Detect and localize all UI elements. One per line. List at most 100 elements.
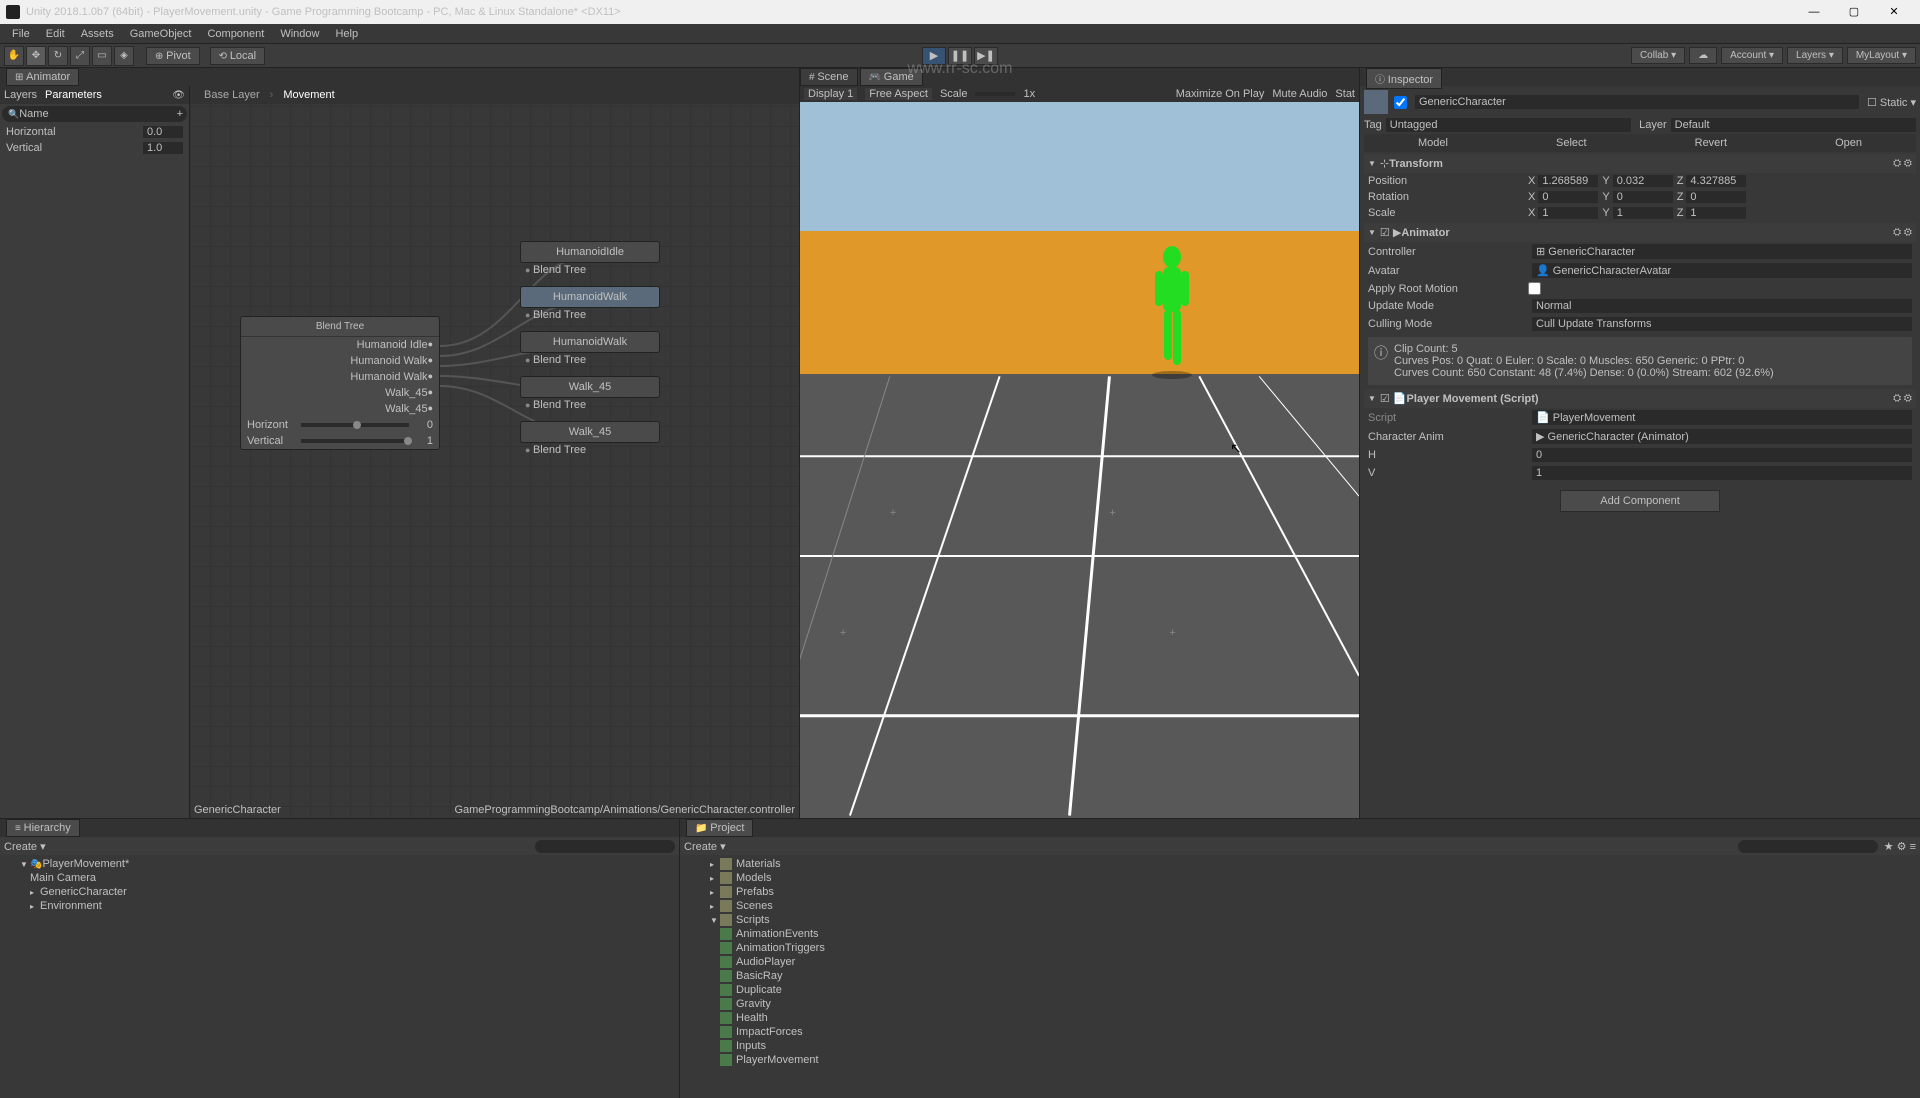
move-tool[interactable]: ✥	[26, 46, 46, 66]
menu-window[interactable]: Window	[272, 26, 327, 42]
model-tab[interactable]: Model	[1418, 137, 1448, 149]
avatar-field[interactable]: 👤 GenericCharacterAvatar	[1532, 263, 1912, 278]
tab-parameters[interactable]: Parameters	[45, 89, 102, 101]
folder-item[interactable]: ▼Scripts	[680, 913, 1920, 927]
menu-edit[interactable]: Edit	[38, 26, 73, 42]
scale-slider[interactable]	[975, 92, 1015, 96]
controller-field[interactable]: ⊞ GenericCharacter	[1532, 244, 1912, 259]
layer-base[interactable]: Base Layer	[196, 88, 268, 102]
pos-y[interactable]: 0.032	[1613, 175, 1673, 187]
scene-row[interactable]: ▼🎭 PlayerMovement*	[0, 857, 679, 871]
rotate-tool[interactable]: ↻	[48, 46, 68, 66]
aspect-dropdown[interactable]: Free Aspect	[865, 88, 932, 100]
script-item[interactable]: Gravity	[680, 997, 1920, 1011]
v-field[interactable]: 1	[1532, 466, 1912, 480]
root-motion-checkbox[interactable]	[1528, 282, 1541, 295]
folder-item[interactable]: ▸Prefabs	[680, 885, 1920, 899]
account-dropdown[interactable]: Account ▾	[1721, 47, 1783, 64]
menu-assets[interactable]: Assets	[73, 26, 122, 42]
scale-z[interactable]: 1	[1686, 207, 1746, 219]
gear-icon[interactable]: ⛭ ⚙	[1893, 227, 1912, 238]
blend-tree-node[interactable]: Blend Tree Humanoid Idle ● Humanoid Walk…	[240, 316, 440, 450]
add-component-button[interactable]: Add Component	[1560, 490, 1720, 512]
script-item[interactable]: Inputs	[680, 1039, 1920, 1053]
maximize-button[interactable]: ▢	[1834, 0, 1874, 24]
script-component-header[interactable]: ▼☑ 📄 Player Movement (Script) ⛭ ⚙	[1364, 389, 1916, 408]
script-item[interactable]: AudioPlayer	[680, 955, 1920, 969]
script-item[interactable]: Health	[680, 1011, 1920, 1025]
hierarchy-item[interactable]: Main Camera	[0, 871, 679, 885]
node-humanoid-walk-1[interactable]: HumanoidWalk	[520, 286, 660, 308]
script-item[interactable]: AnimationEvents	[680, 927, 1920, 941]
scale-y[interactable]: 1	[1613, 207, 1673, 219]
folder-item[interactable]: ▸Materials	[680, 857, 1920, 871]
animator-component-header[interactable]: ▼☑ ▶ Animator ⛭ ⚙	[1364, 223, 1916, 242]
rect-tool[interactable]: ▭	[92, 46, 112, 66]
node-walk45-2[interactable]: Walk_45	[520, 421, 660, 443]
scale-tool[interactable]: ⤢	[70, 46, 90, 66]
tag-dropdown[interactable]: Untagged	[1386, 118, 1631, 132]
tab-scene[interactable]: # Scene	[800, 68, 858, 86]
tab-layers[interactable]: Layers	[4, 89, 37, 101]
hierarchy-item[interactable]: ▸Environment	[0, 899, 679, 913]
menu-help[interactable]: Help	[327, 26, 366, 42]
hierarchy-search[interactable]	[535, 840, 675, 853]
open-tab[interactable]: Open	[1835, 137, 1862, 149]
update-mode-dropdown[interactable]: Normal	[1532, 299, 1912, 313]
menu-file[interactable]: File	[4, 26, 38, 42]
add-param-button[interactable]: +	[177, 108, 183, 120]
param-horizontal[interactable]: Horizontal 0.0	[0, 124, 189, 140]
project-create[interactable]: Create ▾	[684, 840, 726, 853]
rot-y[interactable]: 0	[1613, 191, 1673, 203]
pos-z[interactable]: 4.327885	[1686, 175, 1746, 187]
layout-dropdown[interactable]: MyLayout ▾	[1847, 47, 1916, 64]
scale-x[interactable]: 1	[1538, 207, 1598, 219]
revert-tab[interactable]: Revert	[1695, 137, 1727, 149]
layer-movement[interactable]: Movement	[275, 88, 342, 102]
param-search[interactable]: 🔍 Name +	[2, 106, 187, 122]
hierarchy-create[interactable]: Create ▾	[4, 840, 46, 853]
pivot-toggle[interactable]: ⊕ Pivot	[146, 47, 200, 65]
layer-dropdown[interactable]: Default	[1671, 118, 1916, 132]
transform-tool[interactable]: ◈	[114, 46, 134, 66]
script-item[interactable]: Duplicate	[680, 983, 1920, 997]
node-humanoid-walk-2[interactable]: HumanoidWalk	[520, 331, 660, 353]
gear-icon[interactable]: ⛭ ⚙	[1893, 393, 1912, 404]
rot-x[interactable]: 0	[1538, 191, 1598, 203]
display-dropdown[interactable]: Display 1	[804, 88, 857, 100]
menu-component[interactable]: Component	[199, 26, 272, 42]
culling-mode-dropdown[interactable]: Cull Update Transforms	[1532, 317, 1912, 331]
rot-z[interactable]: 0	[1686, 191, 1746, 203]
tab-hierarchy[interactable]: ≡ Hierarchy	[6, 819, 80, 837]
menu-gameobject[interactable]: GameObject	[122, 26, 200, 42]
pos-x[interactable]: 1.268589	[1538, 175, 1598, 187]
node-humanoid-idle[interactable]: HumanoidIdle	[520, 241, 660, 263]
tab-animator[interactable]: ⊞ Animator	[6, 68, 79, 86]
select-tab[interactable]: Select	[1556, 137, 1587, 149]
script-item[interactable]: ImpactForces	[680, 1025, 1920, 1039]
local-toggle[interactable]: ⟲ Local	[210, 47, 265, 65]
folder-item[interactable]: ▸Scenes	[680, 899, 1920, 913]
script-item[interactable]: PlayerMovement	[680, 1053, 1920, 1067]
param-vertical[interactable]: Vertical 1.0	[0, 140, 189, 156]
script-item[interactable]: BasicRay	[680, 969, 1920, 983]
minimize-button[interactable]: —	[1794, 0, 1834, 24]
project-search[interactable]	[1738, 840, 1878, 853]
h-field[interactable]: 0	[1532, 448, 1912, 462]
gameobject-name[interactable]: GenericCharacter	[1415, 95, 1859, 109]
folder-item[interactable]: ▸Models	[680, 871, 1920, 885]
gear-icon[interactable]: ⛭ ⚙	[1893, 158, 1912, 169]
hand-tool[interactable]: ✋	[4, 46, 24, 66]
tab-project[interactable]: 📁 Project	[686, 819, 753, 837]
project-options-icon[interactable]: ★ ⚙ ≡	[1884, 840, 1916, 853]
active-checkbox[interactable]	[1394, 96, 1407, 109]
close-button[interactable]: ✕	[1874, 0, 1914, 24]
collab-dropdown[interactable]: Collab ▾	[1631, 47, 1685, 64]
layers-dropdown[interactable]: Layers ▾	[1787, 47, 1843, 64]
animator-graph[interactable]: Base Layer › Movement Blend Tree Humanoi…	[190, 86, 799, 818]
mute-toggle[interactable]: Mute Audio	[1272, 88, 1327, 100]
hierarchy-item[interactable]: ▸GenericCharacter	[0, 885, 679, 899]
cloud-button[interactable]: ☁	[1689, 47, 1717, 64]
eye-icon[interactable]: 👁	[172, 90, 185, 101]
character-anim-field[interactable]: ▶ GenericCharacter (Animator)	[1532, 429, 1912, 444]
